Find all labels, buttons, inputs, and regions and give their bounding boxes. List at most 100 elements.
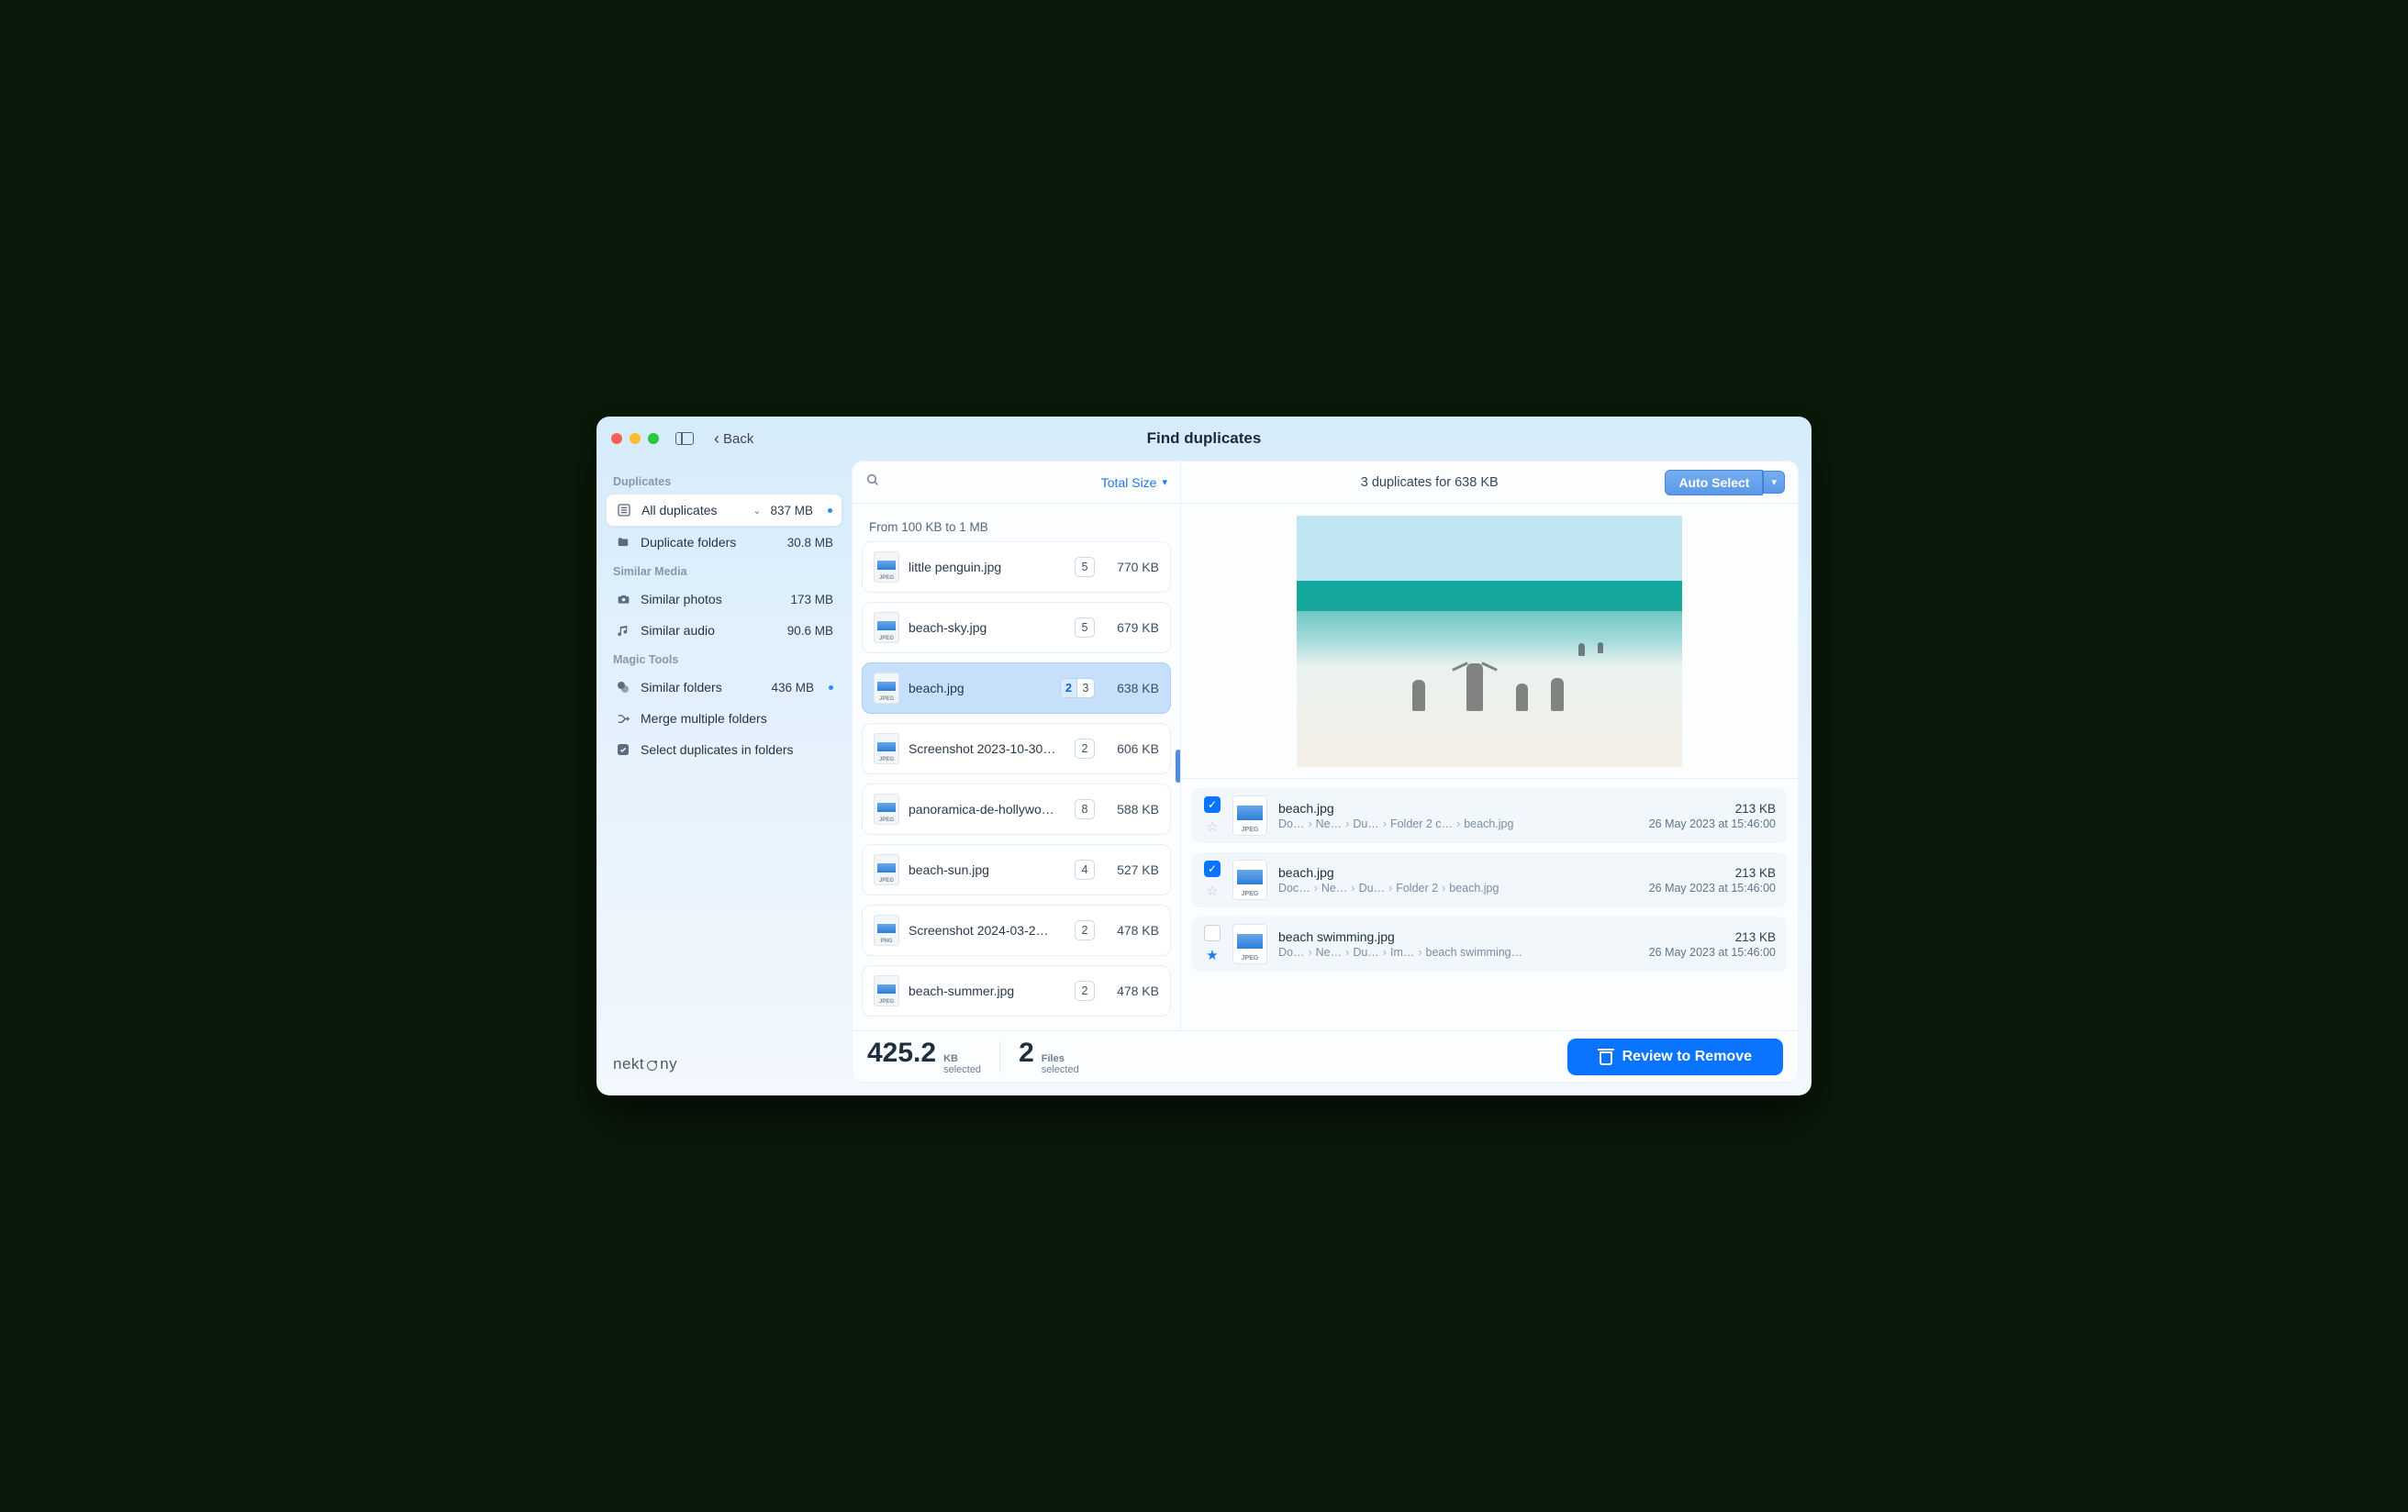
file-thumbnail-icon: JPEG bbox=[1232, 924, 1267, 964]
scrollbar-handle[interactable] bbox=[1176, 750, 1181, 783]
search-icon[interactable] bbox=[865, 472, 880, 492]
list-icon bbox=[616, 502, 632, 518]
sort-dropdown[interactable]: Total Size ▾ bbox=[1101, 475, 1167, 490]
file-group-row[interactable]: JPEGlittle penguin.jpg5770 KB bbox=[862, 541, 1171, 593]
sidebar-item-label: Similar audio bbox=[641, 623, 778, 638]
sidebar-item-label: All duplicates bbox=[641, 503, 747, 517]
sidebar-item-label: Duplicate folders bbox=[641, 535, 778, 550]
selected-files-unit: Files bbox=[1042, 1053, 1079, 1064]
file-name: Screenshot 2023-10-30… bbox=[909, 741, 1065, 756]
file-thumbnail-icon: JPEG bbox=[874, 794, 899, 825]
trash-icon bbox=[1599, 1049, 1613, 1065]
star-icon[interactable]: ☆ bbox=[1206, 818, 1218, 835]
sort-label: Total Size bbox=[1101, 475, 1157, 490]
preview-image bbox=[1297, 516, 1682, 767]
duplicate-file-row[interactable]: ✓☆JPEGbeach.jpgDo…›Ne…›Du…›Folder 2 c…›b… bbox=[1192, 788, 1787, 843]
divider bbox=[999, 1041, 1000, 1073]
group-size-header: From 100 KB to 1 MB bbox=[862, 511, 1171, 541]
sidebar-item-size: 436 MB bbox=[771, 681, 814, 695]
review-to-remove-button[interactable]: Review to Remove bbox=[1567, 1039, 1783, 1075]
titlebar: ‹ Back Find duplicates bbox=[596, 417, 1812, 461]
sidebar-item-size: 90.6 MB bbox=[787, 624, 833, 638]
file-thumbnail-icon: JPEG bbox=[874, 612, 899, 643]
toggle-sidebar-icon[interactable] bbox=[675, 432, 694, 445]
chevron-left-icon: ‹ bbox=[714, 430, 719, 447]
sidebar-item-label: Merge multiple folders bbox=[641, 711, 833, 726]
duplicate-file-date: 26 May 2023 at 15:46:00 bbox=[1649, 882, 1776, 895]
star-icon[interactable]: ☆ bbox=[1206, 883, 1218, 899]
sidebar-item-size: 173 MB bbox=[790, 593, 833, 606]
sidebar-item-size: 837 MB bbox=[770, 504, 813, 517]
file-group-row[interactable]: JPEGScreenshot 2023-10-30…2606 KB bbox=[862, 723, 1171, 774]
file-thumbnail-icon: JPEG bbox=[1232, 795, 1267, 836]
star-icon[interactable]: ★ bbox=[1206, 947, 1218, 963]
file-size: 638 KB bbox=[1104, 681, 1159, 695]
file-group-row[interactable]: JPEGbeach-sun.jpg4527 KB bbox=[862, 844, 1171, 895]
back-button[interactable]: ‹ Back bbox=[714, 430, 753, 447]
toolbar: Total Size ▾ 3 duplicates for 638 KB Aut… bbox=[853, 461, 1798, 504]
file-group-row[interactable]: JPEGpanoramica-de-hollywo…8588 KB bbox=[862, 784, 1171, 835]
file-size: 770 KB bbox=[1104, 560, 1159, 574]
duplicate-groups-list[interactable]: From 100 KB to 1 MB JPEGlittle penguin.j… bbox=[853, 504, 1181, 1030]
sidebar-item-size: 30.8 MB bbox=[787, 536, 833, 550]
duplicate-file-date: 26 May 2023 at 15:46:00 bbox=[1649, 946, 1776, 959]
duplicate-file-name: beach swimming.jpg bbox=[1278, 929, 1638, 944]
duplicate-file-size: 213 KB bbox=[1649, 802, 1776, 816]
count-badge: 4 bbox=[1075, 860, 1095, 880]
sidebar-item-similar-audio[interactable]: Similar audio 90.6 MB bbox=[606, 615, 842, 646]
selected-count: 2 bbox=[1061, 679, 1077, 697]
chevron-down-icon: ▾ bbox=[1162, 476, 1167, 488]
count-badge: 2 bbox=[1075, 739, 1095, 759]
window-controls bbox=[611, 433, 659, 444]
file-size: 679 KB bbox=[1104, 620, 1159, 635]
sidebar-section-label: Duplicates bbox=[606, 468, 842, 494]
auto-select-button[interactable]: Auto Select bbox=[1665, 470, 1763, 495]
file-name: Screenshot 2024-03-2… bbox=[909, 923, 1065, 938]
sidebar-item-similar-folders[interactable]: Similar folders436 MB bbox=[606, 672, 842, 703]
auto-select-dropdown[interactable]: ▾ bbox=[1763, 471, 1785, 494]
review-label: Review to Remove bbox=[1622, 1049, 1752, 1065]
merge-icon bbox=[615, 710, 631, 727]
sidebar-item-all-duplicates[interactable]: All duplicates ⌄ 837 MB bbox=[606, 494, 842, 527]
chevron-down-icon: ⌄ bbox=[752, 505, 761, 517]
select-checkbox[interactable]: ✓ bbox=[1204, 861, 1221, 877]
selected-size-sub: selected bbox=[943, 1064, 981, 1075]
count-badge: 5 bbox=[1075, 617, 1095, 638]
file-thumbnail-icon: JPEG bbox=[1232, 860, 1267, 900]
file-group-row[interactable]: JPEGbeach-summer.jpg2478 KB bbox=[862, 965, 1171, 1017]
file-name: beach.jpg bbox=[909, 681, 1051, 695]
minimize-window-button[interactable] bbox=[630, 433, 641, 444]
close-window-button[interactable] bbox=[611, 433, 622, 444]
file-group-row[interactable]: JPEGbeach.jpg23638 KB bbox=[862, 662, 1171, 714]
select-checkbox[interactable] bbox=[1204, 925, 1221, 941]
file-group-row[interactable]: PNGScreenshot 2024-03-2…2478 KB bbox=[862, 905, 1171, 956]
duplicate-file-name: beach.jpg bbox=[1278, 865, 1638, 880]
duplicate-files-list: ✓ ☆ JPEG beach.jpg Do…›Ne…›Du…›Folder 2 c…›b… bbox=[1181, 779, 1798, 1030]
chevron-down-icon: ▾ bbox=[1771, 477, 1777, 488]
sidebar-item-similar-photos[interactable]: Similar photos 173 MB bbox=[606, 584, 842, 615]
sidebar-item-merge-multiple-folders[interactable]: Merge multiple folders bbox=[606, 703, 842, 734]
duplicate-file-row[interactable]: ✓☆JPEGbeach.jpgDoc…›Ne…›Du…›Folder 2›bea… bbox=[1192, 852, 1787, 907]
count-badge: 8 bbox=[1075, 799, 1095, 819]
sidebar-item-duplicate-folders[interactable]: Duplicate folders 30.8 MB bbox=[606, 527, 842, 558]
sidebar-item-label: Similar photos bbox=[641, 592, 781, 606]
file-name: beach-sky.jpg bbox=[909, 620, 1065, 635]
file-thumbnail-icon: JPEG bbox=[874, 854, 899, 885]
file-size: 527 KB bbox=[1104, 862, 1159, 877]
selected-size-value: 425.2 bbox=[867, 1038, 936, 1069]
file-thumbnail-icon: JPEG bbox=[874, 733, 899, 764]
selected-size-unit: KB bbox=[943, 1053, 981, 1064]
sidebar-item-label: Select duplicates in folders bbox=[641, 742, 833, 757]
duplicate-file-path: Do…›Ne…›Du…›Folder 2 c…›beach.jpg bbox=[1278, 817, 1638, 830]
check-icon bbox=[615, 741, 631, 758]
zoom-window-button[interactable] bbox=[648, 433, 659, 444]
sidebar-item-select-duplicates-in-folders[interactable]: Select duplicates in folders bbox=[606, 734, 842, 765]
selected-files-value: 2 bbox=[1019, 1038, 1034, 1069]
duplicate-file-row[interactable]: ★JPEGbeach swimming.jpgDo…›Ne…›Du…›Im…›b… bbox=[1192, 917, 1787, 972]
folder-icon bbox=[615, 534, 631, 550]
select-checkbox[interactable]: ✓ bbox=[1204, 796, 1221, 813]
file-thumbnail-icon: JPEG bbox=[874, 551, 899, 583]
selected-files-sub: selected bbox=[1042, 1064, 1079, 1075]
footer: 425.2 KB selected 2 Files selected bbox=[853, 1030, 1798, 1082]
file-group-row[interactable]: JPEG beach-sky.jpg 5 679 KB bbox=[862, 602, 1171, 653]
